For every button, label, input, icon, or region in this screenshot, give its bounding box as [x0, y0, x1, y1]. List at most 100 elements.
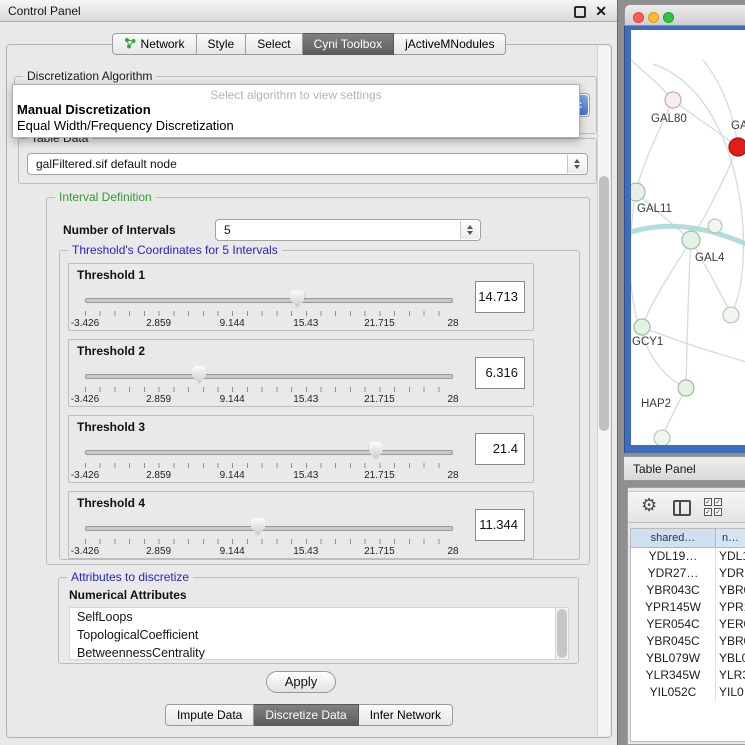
combo-arrows-icon[interactable] [567, 155, 586, 173]
scale-label: 15.43 [293, 318, 318, 329]
minimize-traffic-light-icon[interactable] [648, 12, 659, 23]
cell[interactable]: YER0… [716, 616, 745, 633]
tab-style[interactable]: Style [197, 33, 247, 55]
table-row[interactable]: YDL19…YDL1… [631, 548, 745, 565]
cell[interactable]: YIL052C [631, 684, 716, 701]
table-row[interactable]: YIL052CYIL0… [631, 684, 745, 701]
cell[interactable]: YPR1… [716, 599, 745, 616]
cell[interactable]: YBR045C [631, 633, 716, 650]
apply-button[interactable]: Apply [266, 671, 336, 693]
group-interval-definition: Interval Definition Number of Intervals … [46, 197, 590, 565]
cell[interactable]: YPR145W [631, 599, 716, 616]
tab-impute-data[interactable]: Impute Data [165, 704, 254, 726]
gear-icon[interactable]: ⚙ [641, 495, 657, 516]
group-table-data: Table Data galFiltered.sif default node [18, 138, 597, 184]
network-node[interactable] [665, 92, 681, 108]
table-row[interactable]: YPR145WYPR1… [631, 599, 745, 616]
network-node[interactable] [654, 430, 670, 445]
cell[interactable]: YBR043C [631, 582, 716, 599]
threshold-panel-2: Threshold 2 -3.426 2.859 9.144 15.43 21.… [68, 339, 534, 407]
network-node-selected[interactable] [729, 138, 745, 156]
cell[interactable]: YIL0… [716, 684, 745, 701]
tab-select[interactable]: Select [246, 33, 302, 55]
slider-track[interactable] [85, 526, 453, 531]
list-item[interactable]: SelfLoops [70, 608, 568, 626]
vertical-scrollbar[interactable] [597, 46, 610, 736]
select-columns-icon[interactable]: ✓ ✓ ✓ ✓ [704, 498, 722, 516]
cell[interactable]: YBL079W [631, 650, 716, 667]
cell[interactable]: YDR2… [716, 565, 745, 582]
tab-jactivemnodules[interactable]: jActiveMNodules [394, 33, 506, 55]
threshold-3-slider[interactable]: -3.426 2.859 9.144 15.43 21.715 28 [85, 440, 453, 482]
list-scrollbar[interactable] [555, 608, 568, 659]
table-row[interactable]: YBL079WYBL0… [631, 650, 745, 667]
top-tab-bar: Network Style Select Cyni Toolbox jActiv… [0, 33, 618, 55]
cell[interactable]: YLR3… [716, 667, 745, 684]
table-row[interactable]: YDR27…YDR2… [631, 565, 745, 582]
numerical-attributes-list[interactable]: SelfLoops TopologicalCoefficient Between… [69, 607, 569, 660]
slider-thumb[interactable] [369, 442, 383, 460]
cell[interactable]: YBR0… [716, 633, 745, 650]
close-traffic-light-icon[interactable] [633, 12, 644, 23]
threshold-2-value-field[interactable]: 6.316 [475, 357, 525, 389]
cell[interactable]: YLR345W [631, 667, 716, 684]
column-header-name[interactable]: n… [716, 529, 745, 548]
network-node[interactable] [631, 183, 645, 201]
scale-label: 21.715 [364, 394, 395, 405]
list-item[interactable]: TopologicalCoefficient [70, 626, 568, 644]
slider-track[interactable] [85, 298, 453, 303]
threshold-1-value-field[interactable]: 14.713 [475, 281, 525, 313]
tab-infer-network[interactable]: Infer Network [359, 704, 453, 726]
network-node[interactable] [682, 231, 700, 249]
scale-label: 2.859 [146, 546, 171, 557]
threshold-4-slider[interactable]: -3.426 2.859 9.144 15.43 21.715 28 [85, 516, 453, 558]
slider-track[interactable] [85, 374, 453, 379]
dropdown-option-manual-discretization[interactable]: Manual Discretization [13, 102, 579, 118]
table-row[interactable]: YER054CYER0… [631, 616, 745, 633]
float-window-icon[interactable] [574, 6, 586, 18]
tab-network[interactable]: Network [112, 33, 197, 55]
threshold-3-value-field[interactable]: 21.4 [475, 433, 525, 465]
combo-arrows-icon[interactable] [460, 221, 479, 239]
network-node[interactable] [723, 307, 739, 323]
slider-thumb[interactable] [251, 518, 265, 536]
table-panel-title: Table Panel [633, 462, 696, 476]
list-item[interactable]: BetweennessCentrality [70, 644, 568, 660]
number-of-intervals-combobox[interactable]: 5 [215, 219, 481, 241]
cell[interactable]: YDR27… [631, 565, 716, 582]
scrollbar-thumb[interactable] [557, 609, 567, 658]
threshold-panel-4: Threshold 4 -3.426 2.859 9.144 15.43 21.… [68, 491, 534, 559]
table-row[interactable]: YBR045CYBR0… [631, 633, 745, 650]
threshold-4-value-field[interactable]: 11.344 [475, 509, 525, 541]
network-node[interactable] [634, 319, 650, 335]
threshold-1-slider[interactable]: -3.426 2.859 9.144 15.43 21.715 28 [85, 288, 453, 330]
table-row[interactable]: YLR345WYLR3… [631, 667, 745, 684]
slider-thumb[interactable] [290, 290, 304, 308]
cell[interactable]: YDL1… [716, 548, 745, 565]
network-view-window: GAL80 GA GAL11 GAL4 GCY1 HAP2 [624, 4, 745, 453]
threshold-2-slider[interactable]: -3.426 2.859 9.144 15.43 21.715 28 [85, 364, 453, 406]
network-node[interactable] [708, 219, 722, 233]
slider-scale: -3.426 2.859 9.144 15.43 21.715 28 [85, 546, 453, 558]
network-node[interactable] [678, 380, 694, 396]
columns-icon[interactable] [673, 500, 691, 516]
node-label: GAL11 [637, 203, 672, 215]
tab-discretize-data[interactable]: Discretize Data [254, 704, 358, 726]
network-canvas[interactable]: GAL80 GA GAL11 GAL4 GCY1 HAP2 [631, 30, 745, 445]
desktop: Control Panel ✕ Network Style Select Cyn… [0, 0, 745, 745]
cell[interactable]: YER054C [631, 616, 716, 633]
cell[interactable]: YBL0… [716, 650, 745, 667]
column-header-shared-name[interactable]: shared… [631, 529, 716, 548]
cell[interactable]: YDL19… [631, 548, 716, 565]
dropdown-option-equal-width-frequency[interactable]: Equal Width/Frequency Discretization [13, 118, 579, 134]
table-row[interactable]: YBR043CYBR0… [631, 582, 745, 599]
slider-thumb[interactable] [192, 366, 206, 384]
table-data-combobox[interactable]: galFiltered.sif default node [27, 153, 588, 175]
scrollbar-thumb[interactable] [599, 176, 609, 431]
close-icon[interactable]: ✕ [595, 3, 607, 20]
slider-track[interactable] [85, 450, 453, 455]
cell[interactable]: YBR0… [716, 582, 745, 599]
zoom-traffic-light-icon[interactable] [663, 12, 674, 23]
checkbox-icon: ✓ [704, 508, 712, 516]
tab-cyni-toolbox[interactable]: Cyni Toolbox [303, 33, 394, 55]
